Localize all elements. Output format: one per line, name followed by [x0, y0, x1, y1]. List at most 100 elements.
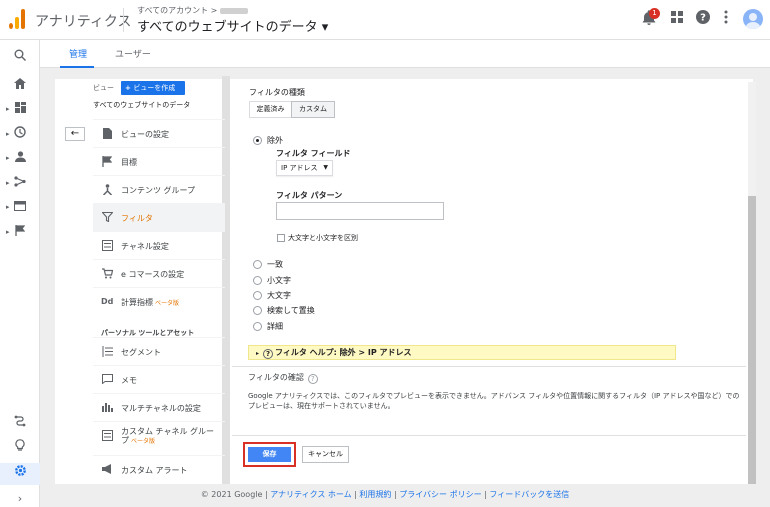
save-button[interactable]: 保存 [248, 447, 291, 462]
cancel-button[interactable]: キャンセル [302, 446, 349, 463]
divider [232, 366, 746, 367]
filter-field-dropdown[interactable]: IP アドレス ▼ [276, 160, 333, 176]
avatar[interactable] [743, 9, 763, 29]
ecommerce-settings-item[interactable]: e コマースの設定 [93, 259, 225, 287]
property-selector[interactable]: すべてのウェブサイトのデータ ▾ [137, 16, 328, 35]
channel-icon [101, 240, 113, 252]
include-radio[interactable] [253, 260, 262, 269]
channel-settings-item[interactable]: チャネル設定 [93, 231, 225, 259]
acquisition-icon[interactable] [0, 174, 40, 194]
apps-grid-icon[interactable] [668, 10, 686, 28]
beta-badge: ベータ版 [155, 300, 180, 307]
flag-icon [101, 156, 113, 168]
help-circle-icon[interactable]: ? [307, 374, 318, 384]
tab-custom[interactable]: カスタム [291, 101, 335, 118]
case-sensitive-checkbox[interactable] [277, 234, 285, 242]
dd-icon: Dd [101, 297, 114, 306]
footer-link-feedback[interactable]: フィードバックを送信 [489, 490, 569, 499]
help-icon[interactable]: ? [694, 10, 712, 28]
multichannel-settings-item[interactable]: マルチチャネルの設定 [93, 393, 225, 421]
behavior-icon[interactable] [0, 198, 40, 218]
search-replace-label: 検索して置換 [267, 306, 315, 315]
filter-icon [100, 211, 114, 224]
cart-icon [101, 268, 113, 280]
segment-icon [101, 346, 113, 358]
custom-channel-grouping-item[interactable]: カスタム チャネル グループ ベータ版 [93, 421, 225, 453]
more-vert-icon[interactable] [717, 10, 735, 28]
scrollbar-thumb[interactable] [748, 196, 756, 484]
home-icon[interactable] [0, 76, 40, 96]
filter-verify-text: Google アナリティクスでは、このフィルタでプレビューを表示できません。アド… [248, 392, 740, 410]
help-circle-icon: ? [263, 349, 274, 359]
footer-link-privacy[interactable]: プライバシー ポリシー [399, 490, 481, 499]
create-view-button[interactable]: + ビューを作成 [121, 81, 185, 95]
active-tab-indicator [60, 66, 94, 68]
account-breadcrumb[interactable]: すべてのアカウント > [137, 5, 249, 16]
footer-link-home[interactable]: アナリティクス ホーム [270, 490, 351, 499]
content-grouping-item[interactable]: コンテンツ グループ [93, 175, 225, 203]
footer-link-terms[interactable]: 利用規約 [359, 490, 391, 499]
uppercase-label: 大文字 [267, 291, 291, 300]
uppercase-radio[interactable] [253, 291, 262, 300]
attribution-icon[interactable] [0, 414, 40, 434]
customization-icon[interactable] [0, 100, 40, 120]
view-column: ビュー + ビューを作成 すべてのウェブサイトのデータ ← ビューの設定 目標 … [55, 79, 225, 484]
grouping-icon [101, 184, 113, 196]
search-replace-radio[interactable] [253, 306, 262, 315]
filter-field-label: フィルタ フィールド [276, 149, 351, 158]
advanced-radio[interactable] [253, 322, 262, 331]
tab-users[interactable]: ユーザー [115, 47, 151, 60]
exclude-label: 除外 [267, 136, 283, 145]
back-arrow-icon[interactable]: ← [65, 127, 85, 141]
advanced-label: 詳細 [267, 322, 283, 331]
realtime-icon[interactable] [0, 125, 40, 145]
tab-admin[interactable]: 管理 [69, 47, 87, 60]
megaphone-icon [101, 464, 113, 476]
copyright: © 2021 Google [200, 490, 263, 499]
footer: © 2021 Google | アナリティクス ホーム | 利用規約 | プライ… [200, 490, 570, 499]
case-sensitive-label: 大文字と小文字を区別 [288, 234, 358, 242]
redacted-account [220, 7, 249, 14]
search-icon[interactable] [0, 48, 40, 68]
calculated-metrics-item[interactable]: Dd 計算指標 ベータ版 [93, 287, 225, 315]
annotations-item[interactable]: メモ [93, 365, 225, 393]
filter-pattern-label: フィルタ パターン [276, 191, 343, 200]
view-name: すべてのウェブサイトのデータ [93, 101, 191, 109]
document-icon [101, 128, 113, 140]
conversions-icon[interactable] [0, 223, 40, 243]
memo-icon [101, 374, 113, 386]
custom-alerts-item[interactable]: カスタム アラート [93, 455, 225, 483]
filter-pattern-input[interactable] [276, 202, 444, 220]
view-label: ビュー [93, 84, 114, 92]
left-nav-rail: ▸ ▸ ▸ ▸ ▸ ▸ › [0, 40, 40, 507]
dropdown-arrow-icon: ▼ [323, 164, 328, 171]
svg-text:?: ? [700, 13, 706, 24]
filters-item[interactable]: フィルタ [93, 203, 225, 231]
filter-type-title: フィルタの種類 [249, 88, 305, 97]
expand-caret-icon: ▸ [256, 350, 260, 357]
discover-icon[interactable] [0, 438, 40, 458]
analytics-logo[interactable] [9, 9, 25, 29]
segments-item[interactable]: セグメント [93, 337, 225, 365]
filter-help-bar[interactable]: ▸? フィルタ ヘルプ: 除外 > IP アドレス [248, 345, 676, 360]
filter-verify-title: フィルタの確認? [248, 372, 320, 384]
include-label: 一致 [267, 260, 283, 269]
view-settings-item[interactable]: ビューの設定 [93, 119, 225, 147]
lowercase-label: 小文字 [267, 276, 291, 285]
divider [232, 435, 746, 436]
lowercase-radio[interactable] [253, 276, 262, 285]
bar-chart-icon [101, 402, 113, 414]
custom-channel-icon [101, 430, 113, 442]
filter-editor-panel [232, 79, 753, 484]
tab-predefined[interactable]: 定義済み [249, 101, 292, 118]
admin-gear-icon[interactable] [0, 463, 40, 485]
admin-tab-bar: 管理 ユーザー [40, 40, 770, 68]
audience-icon[interactable] [0, 149, 40, 169]
exclude-radio[interactable] [253, 136, 262, 145]
app-name: アナリティクス [35, 14, 132, 30]
top-header: アナリティクス すべてのアカウント > すべてのウェブサイトのデータ ▾ 1 ? [0, 0, 770, 40]
beta-badge: ベータ版 [131, 438, 156, 445]
goals-item[interactable]: 目標 [93, 147, 225, 175]
notification-badge: 1 [649, 8, 660, 19]
divider [123, 8, 124, 32]
